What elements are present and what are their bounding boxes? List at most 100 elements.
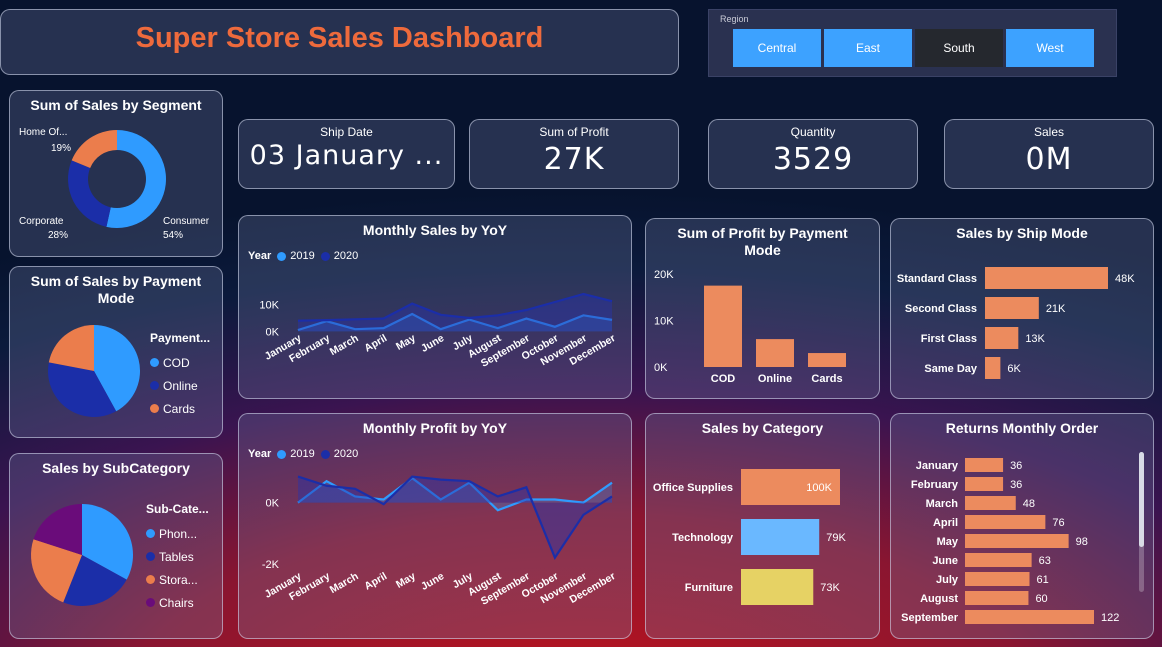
- bar-label-may: May: [937, 536, 959, 548]
- bar-standard-class: [985, 267, 1108, 289]
- value-february: 36: [1010, 479, 1022, 491]
- bar-label-same-day: Same Day: [924, 363, 977, 375]
- subcategory-legend: Sub-Cate... Phon... Tables Stora... Chai…: [146, 502, 209, 614]
- payment-legend: Payment... COD Online Cards: [150, 331, 210, 420]
- bar-august: [965, 591, 1029, 605]
- legend-item-chairs[interactable]: Chairs: [146, 591, 209, 614]
- bar-online: [756, 339, 794, 367]
- bar-furniture: [741, 569, 814, 605]
- kpi-profit: Sum of Profit 27K: [469, 119, 679, 189]
- bar-label-technology: Technology: [672, 532, 734, 544]
- kpi-ship-date-label: Ship Date: [320, 125, 373, 139]
- x-tick-may: May: [394, 570, 418, 591]
- legend-item-cards[interactable]: Cards: [150, 397, 210, 420]
- x-tick-may: May: [394, 332, 418, 353]
- x-tick-cod: COD: [711, 373, 736, 385]
- ship-mode-chart: Standard Class 48K Second Class 21K First Cl…: [897, 267, 1135, 379]
- profit-payment-card: Sum of Profit by Payment Mode 20K 10K 0K CO…: [645, 218, 880, 399]
- legend-item-cod[interactable]: COD: [150, 351, 210, 374]
- value-office-supplies: 100K: [806, 482, 832, 494]
- bar-label-april: April: [933, 517, 958, 529]
- legend-item-storage[interactable]: Stora...: [146, 568, 209, 591]
- profit-payment-chart: 20K 10K 0K COD Online Cards: [654, 269, 846, 385]
- value-august: 60: [1035, 593, 1047, 605]
- kpi-quantity-value: 3529: [772, 142, 854, 177]
- bar-march: [965, 496, 1016, 510]
- region-slicer: Region Central East South West: [708, 9, 1117, 77]
- payment-legend-title: Payment...: [150, 331, 211, 345]
- bar-second-class: [985, 297, 1039, 319]
- x-tick-cards: Cards: [811, 373, 842, 385]
- x-tick-online: Online: [758, 373, 792, 385]
- bar-july: [965, 572, 1030, 586]
- subcategory-card: Sales by SubCategory Sub-Cate... Phon...…: [9, 453, 223, 639]
- y-tick-0k: 0K: [654, 362, 668, 374]
- y-tick-10k: 10K: [259, 300, 279, 312]
- region-central-button[interactable]: Central: [733, 29, 821, 67]
- y-tick-20k: 20K: [654, 269, 674, 281]
- value-january: 36: [1010, 460, 1022, 472]
- bar-label-second-class: Second Class: [905, 303, 977, 315]
- bar-label-furniture: Furniture: [685, 582, 733, 594]
- segment-label-home-office: Home Of...: [19, 127, 67, 138]
- kpi-quantity: Quantity 3529: [708, 119, 918, 189]
- region-west-button[interactable]: West: [1006, 29, 1094, 67]
- payment-sales-card: Sum of Sales by Payment Mode Payment... …: [9, 266, 223, 438]
- bar-label-june: June: [932, 555, 958, 567]
- value-may: 98: [1076, 536, 1088, 548]
- bar-label-march: March: [926, 498, 959, 510]
- region-label: Region: [720, 14, 749, 24]
- x-tick-april: April: [362, 332, 389, 354]
- returns-scrollbar[interactable]: [1139, 452, 1144, 592]
- bar-label-office-supplies: Office Supplies: [653, 482, 733, 494]
- kpi-ship-date-value: 03 January ...: [249, 140, 444, 171]
- kpi-profit-value: 27K: [543, 142, 605, 177]
- y-tick-0k: 0K: [266, 326, 280, 338]
- segment-card: Sum of Sales by Segment Home Of... 19% C…: [9, 90, 223, 257]
- bar-label-first-class: First Class: [921, 333, 977, 345]
- segment-value-home-office: 19%: [51, 143, 71, 154]
- kpi-sales-label: Sales: [1033, 125, 1065, 139]
- x-tick-june: June: [419, 570, 446, 593]
- value-first-class: 13K: [1025, 333, 1045, 345]
- subcategory-legend-title: Sub-Cate...: [146, 502, 209, 516]
- bar-label-january: January: [916, 460, 959, 472]
- bar-label-july: July: [936, 574, 959, 586]
- slice-corporate: [67, 160, 111, 227]
- kpi-sales: Sales 0M: [944, 119, 1154, 189]
- value-technology: 79K: [826, 532, 846, 544]
- bar-label-february: February: [911, 479, 959, 491]
- kpi-profit-label: Sum of Profit: [539, 125, 609, 139]
- bar-september: [965, 610, 1094, 624]
- value-june: 63: [1039, 555, 1051, 567]
- value-standard-class: 48K: [1115, 273, 1135, 285]
- legend-item-online[interactable]: Online: [150, 374, 210, 397]
- y-tick-10k: 10K: [654, 316, 674, 328]
- ship-mode-card: Sales by Ship Mode Standard Class 48K Seco…: [890, 218, 1154, 399]
- monthly-profit-chart: 0K-2KJanuaryFebruaryMarch April May June Jul…: [262, 475, 618, 608]
- legend-item-tables[interactable]: Tables: [146, 545, 209, 568]
- payment-sales-chart: [48, 325, 140, 417]
- value-march: 48: [1023, 498, 1035, 510]
- bar-first-class: [985, 327, 1019, 349]
- returns-scrollbar-thumb[interactable]: [1139, 452, 1144, 547]
- x-tick-june: June: [419, 332, 446, 355]
- monthly-profit-card: Monthly Profit by YoY Year 2019 2020 0K -…: [238, 413, 632, 639]
- segment-value-consumer: 54%: [163, 230, 183, 241]
- bar-label-august: August: [920, 593, 958, 605]
- bar-label-september: September: [901, 612, 959, 624]
- y-tick-2k: -2K: [262, 559, 280, 571]
- legend-item-phones[interactable]: Phon...: [146, 522, 209, 545]
- segment-value-corporate: 28%: [48, 230, 68, 241]
- monthly-sales-card: Monthly Sales by YoY Year 2019 2020 0K 10…: [238, 215, 632, 399]
- value-september: 122: [1101, 612, 1119, 624]
- segment-label-consumer: Consumer: [163, 216, 210, 227]
- value-july: 61: [1037, 574, 1049, 586]
- region-east-button[interactable]: East: [824, 29, 912, 67]
- bar-january: [965, 458, 1004, 472]
- kpi-ship-date: Ship Date 03 January ...: [238, 119, 455, 189]
- bar-april: [965, 515, 1046, 529]
- returns-card: Returns Monthly Order January 36 February 3…: [890, 413, 1154, 639]
- region-south-button[interactable]: South: [915, 29, 1003, 67]
- value-same-day: 6K: [1007, 363, 1021, 375]
